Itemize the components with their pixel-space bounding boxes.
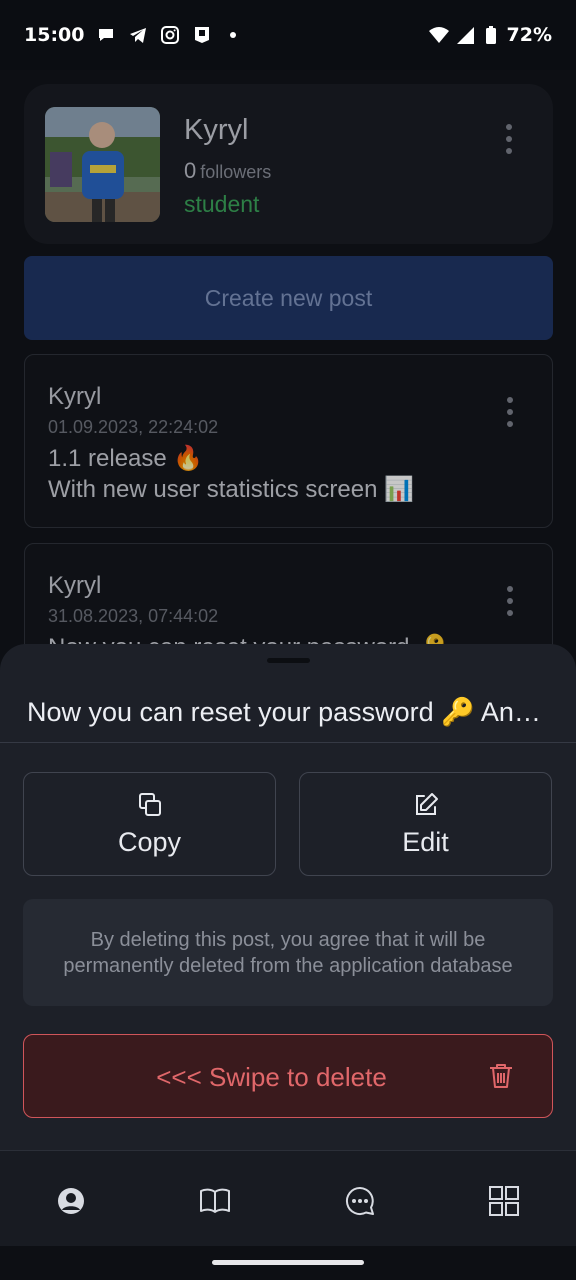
swipe-to-delete-label: <<< Swipe to delete	[156, 1062, 387, 1092]
chat-icon	[345, 1186, 374, 1215]
home-gesture-pill[interactable]	[212, 1260, 364, 1265]
chat-bubble-icon	[99, 29, 114, 41]
nav-more[interactable]	[486, 1183, 522, 1219]
copy-button[interactable]: Copy	[23, 772, 276, 876]
nav-library[interactable]	[197, 1183, 233, 1219]
status-bar: 15:00 72%	[0, 0, 576, 70]
status-time: 15:00	[24, 24, 85, 46]
grid-icon	[489, 1186, 519, 1216]
drag-handle[interactable]	[267, 658, 310, 663]
post-actions-sheet: Now you can reset your password 🔑 An… Co…	[0, 644, 576, 1150]
edit-icon	[415, 792, 438, 815]
nav-messages[interactable]	[342, 1183, 378, 1219]
edit-button[interactable]: Edit	[299, 772, 552, 876]
battery-percent: 72%	[506, 24, 552, 46]
more-notifications-dot	[230, 32, 237, 38]
sheet-post-preview: Now you can reset your password 🔑 An…	[27, 697, 541, 727]
delete-notice: By deleting this post, you agree that it…	[23, 899, 553, 1006]
divider	[0, 742, 576, 743]
gesture-bar	[0, 1246, 576, 1280]
profile-icon	[58, 1188, 84, 1214]
app-icon	[195, 27, 210, 43]
signal-icon	[456, 27, 474, 44]
trash-icon	[490, 1064, 512, 1088]
nav-profile[interactable]	[53, 1183, 89, 1219]
book-icon	[200, 1188, 230, 1213]
copy-label: Copy	[117, 826, 182, 857]
instagram-icon	[161, 26, 180, 44]
wifi-icon	[428, 27, 449, 43]
copy-icon	[138, 792, 161, 816]
swipe-to-delete[interactable]: <<< Swipe to delete	[23, 1034, 553, 1118]
telegram-icon	[130, 28, 147, 43]
battery-icon	[485, 26, 496, 44]
edit-label: Edit	[402, 826, 449, 857]
bottom-navigation	[0, 1150, 576, 1246]
